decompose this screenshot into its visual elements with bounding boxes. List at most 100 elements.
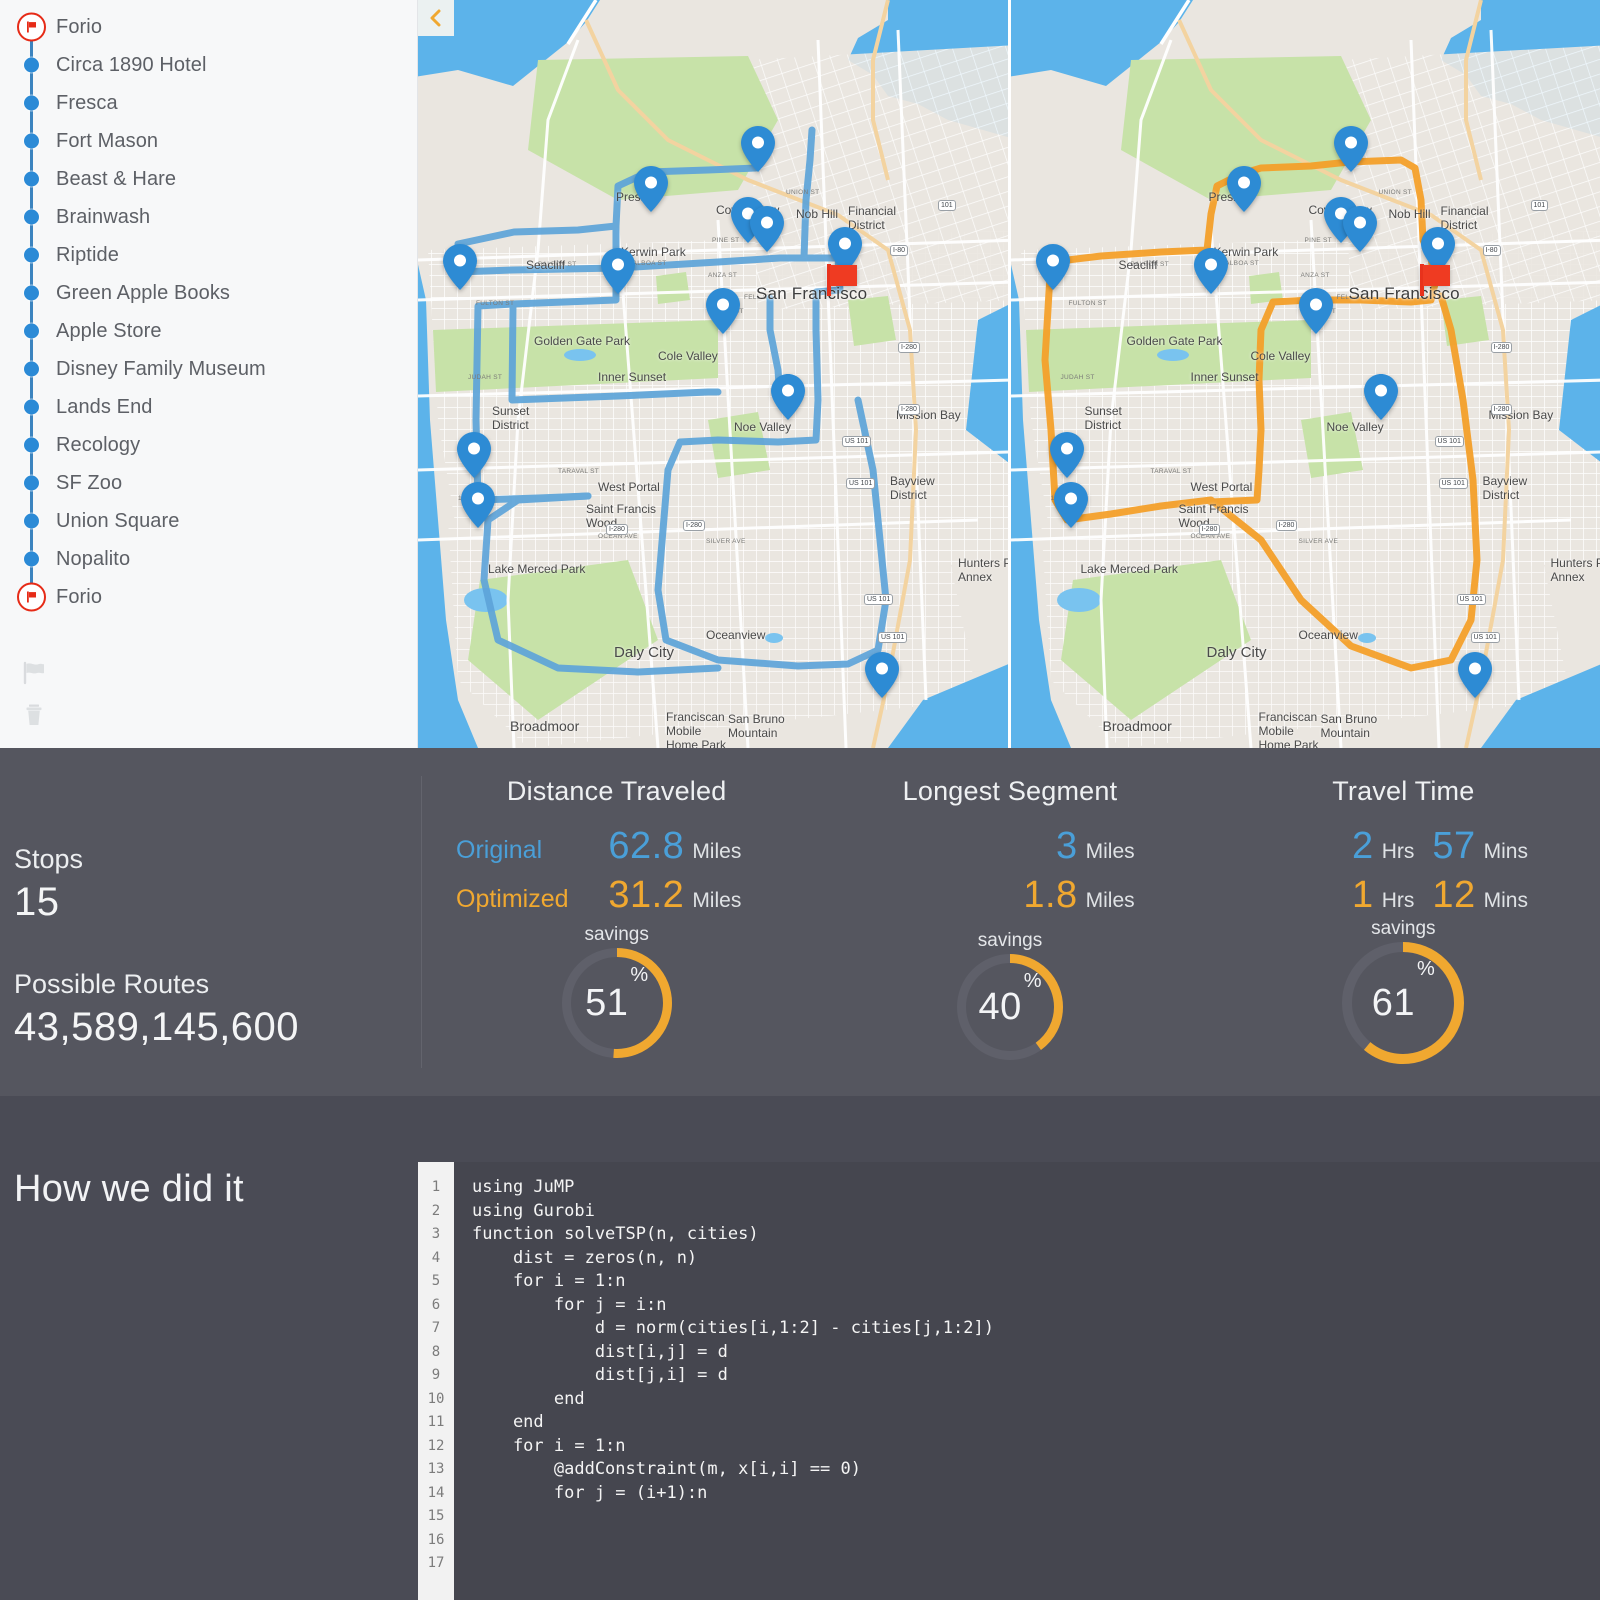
stop-list-item[interactable]: Lands End: [0, 388, 417, 426]
map-pin[interactable]: [750, 206, 784, 252]
stop-list-item[interactable]: Nopalito: [0, 540, 417, 578]
highway-shield: I-280: [1199, 524, 1221, 535]
highway-shield: US 101: [1471, 632, 1500, 643]
stop-dot-icon: [24, 134, 39, 149]
town-label: SunsetDistrict: [1085, 404, 1122, 432]
code-line: for i = 1:n: [472, 1270, 1600, 1294]
stop-list-item[interactable]: Forio: [0, 8, 417, 46]
code-block[interactable]: 1234567891011121314151617 using JuMPusin…: [418, 1162, 1600, 1600]
stop-list-item[interactable]: Disney Family Museum: [0, 350, 417, 388]
start-end-flag-marker[interactable]: [1418, 260, 1452, 300]
trash-icon[interactable]: [21, 702, 47, 728]
map-pin[interactable]: [706, 288, 740, 334]
map-pin[interactable]: [601, 248, 635, 294]
map-pin[interactable]: [1364, 374, 1398, 420]
code-line: for i = 1:n: [472, 1435, 1600, 1459]
town-label: Inner Sunset: [598, 370, 666, 384]
map-pin[interactable]: [1334, 126, 1368, 172]
map-original[interactable]: San Francisco Presidio Seacliff Nob Hill…: [418, 0, 1008, 748]
comparison-value: 1.8: [1023, 874, 1077, 917]
stop-list-item[interactable]: Union Square: [0, 502, 417, 540]
map-pin[interactable]: [1054, 482, 1088, 528]
map-pin[interactable]: [443, 244, 477, 290]
stop-list-item[interactable]: Recology: [0, 426, 417, 464]
map-pin[interactable]: [1343, 206, 1377, 252]
stop-dot-icon: [24, 172, 39, 187]
comparison-columns: Distance TraveledOriginal62.8MilesOptimi…: [420, 748, 1600, 1096]
savings-donut-center: 61%: [1342, 942, 1464, 1064]
stop-list-item[interactable]: Circa 1890 Hotel: [0, 46, 417, 84]
comparison-unit: Miles: [1086, 889, 1135, 913]
comparison-value: 12: [1432, 874, 1475, 917]
savings-percent-sign: %: [1024, 970, 1042, 993]
stop-list-item[interactable]: Riptide: [0, 236, 417, 274]
comparison-value-pair: 1.8 Miles: [1023, 874, 1134, 917]
map-pin[interactable]: [1050, 432, 1084, 478]
stop-dot-icon: [24, 324, 39, 339]
town-label: Nob Hill: [1389, 207, 1431, 221]
stop-list-item[interactable]: Beast & Hare: [0, 160, 417, 198]
map-pin[interactable]: [741, 126, 775, 172]
comparison-unit: Miles: [692, 840, 741, 864]
comparison-row-original: Original62.8Miles: [420, 825, 813, 868]
savings-block: savings61%: [1207, 918, 1600, 1064]
summary-stat: Possible Routes43,589,145,600: [14, 967, 420, 1052]
stop-list-item[interactable]: Brainwash: [0, 198, 417, 236]
savings-donut-center: 40%: [957, 954, 1063, 1060]
stop-dot-icon: [24, 438, 39, 453]
stop-list-item[interactable]: SF Zoo: [0, 464, 417, 502]
savings-donut: 51%: [562, 948, 672, 1058]
sidebar-tools: [21, 660, 47, 728]
comparison-value: 3: [1056, 825, 1078, 868]
code-line-number: 16: [418, 1529, 454, 1553]
highway-shield: I-280: [683, 520, 705, 531]
highway-shield: I-280: [898, 404, 920, 415]
stop-dot-icon: [24, 248, 39, 263]
map-pin[interactable]: [1227, 166, 1261, 212]
street-label: ANZA ST: [1301, 272, 1330, 279]
code-line: using JuMP: [472, 1176, 1600, 1200]
map-pin[interactable]: [1036, 244, 1070, 290]
start-end-flag-marker[interactable]: [825, 260, 859, 300]
map-pin[interactable]: [634, 166, 668, 212]
comparison-column: Longest Segment3Miles1.8Milessavings40%: [813, 748, 1206, 1096]
map-pin[interactable]: [461, 482, 495, 528]
code-line-number: 1: [418, 1176, 454, 1200]
code-line-number: 10: [418, 1388, 454, 1412]
stop-dot-icon: [24, 58, 39, 73]
summary-stat: Stops15: [14, 842, 420, 927]
savings-donut: 40%: [957, 954, 1063, 1060]
comparison-value-pair: 57Mins: [1432, 825, 1528, 868]
map-pin[interactable]: [771, 374, 805, 420]
map-pin[interactable]: [1194, 248, 1228, 294]
savings-label: savings: [584, 924, 648, 946]
stop-list-item-label: Brainwash: [56, 206, 150, 229]
town-label: Oceanview: [706, 628, 765, 642]
street-label: JUDAH ST: [1061, 374, 1095, 381]
savings-percent-sign: %: [1417, 958, 1435, 981]
map-pin[interactable]: [865, 652, 899, 698]
chevron-left-icon: [427, 9, 445, 27]
street-label: UNION ST: [786, 189, 819, 196]
stop-list-item[interactable]: Forio: [0, 578, 417, 616]
comparison-row-optimized: 1Hrs 12Mins: [1207, 874, 1600, 917]
flag-icon[interactable]: [21, 660, 47, 686]
stats-region: Stops15 Possible Routes43,589,145,600 Dis…: [0, 748, 1600, 1096]
stop-list-item[interactable]: Apple Store: [0, 312, 417, 350]
stop-list-item-label: Beast & Hare: [56, 168, 176, 191]
summary-stat-key: Stops: [14, 842, 420, 877]
map-pin[interactable]: [457, 432, 491, 478]
comparison-value-pair: 3Miles: [1056, 825, 1135, 868]
comparison-column-title: Travel Time: [1207, 776, 1600, 807]
map-optimized[interactable]: San Francisco Presidio Seacliff Nob Hill…: [1008, 0, 1600, 748]
map-pin[interactable]: [1458, 652, 1492, 698]
comparison-unit: Mins: [1484, 840, 1528, 864]
stop-list-item[interactable]: Fort Mason: [0, 122, 417, 160]
comparison-value-pair: 12Mins: [1432, 874, 1528, 917]
stop-list-item[interactable]: Green Apple Books: [0, 274, 417, 312]
stop-list-item-label: Fresca: [56, 92, 118, 115]
collapse-sidebar-button[interactable]: [418, 0, 454, 36]
stop-list-item[interactable]: Fresca: [0, 84, 417, 122]
comparison-value-pair: 1Hrs: [1352, 874, 1414, 917]
map-pin[interactable]: [1299, 288, 1333, 334]
